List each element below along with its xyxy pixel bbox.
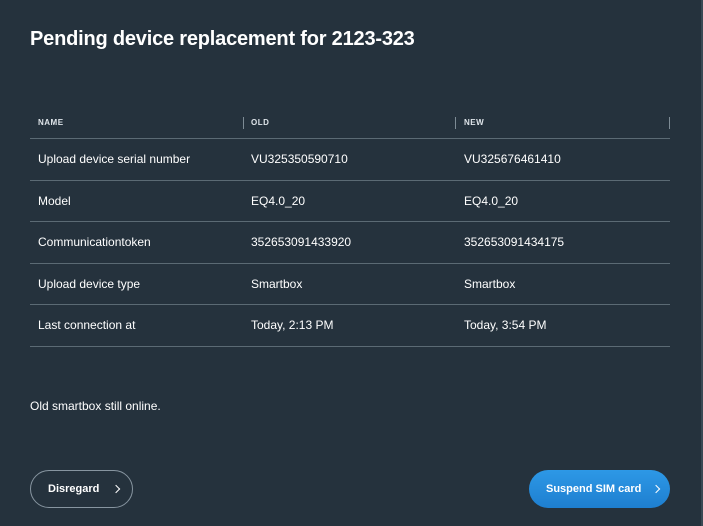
row-old-value: 352653091433920 <box>251 235 352 250</box>
status-message: Old smartbox still online. <box>30 399 161 413</box>
table-row: Upload device serial number VU3253505907… <box>30 139 670 181</box>
row-new-value: Today, 3:54 PM <box>464 318 547 333</box>
row-new-value: Smartbox <box>464 276 516 291</box>
row-name: Communicationtoken <box>38 235 151 250</box>
replacement-table: NAME OLD NEW Upload device serial number… <box>30 107 670 347</box>
row-old-value: VU325350590710 <box>251 152 348 167</box>
column-resize-handle[interactable] <box>669 116 670 129</box>
chevron-right-icon <box>112 484 121 494</box>
table-row: Communicationtoken 352653091433920 35265… <box>30 222 670 264</box>
column-header-new[interactable]: NEW <box>456 107 670 139</box>
disregard-button[interactable]: Disregard <box>30 470 133 508</box>
row-new-value: VU325676461410 <box>464 152 561 167</box>
disregard-button-label: Disregard <box>48 483 100 495</box>
table-row: Last connection at Today, 2:13 PM Today,… <box>30 305 670 347</box>
row-old-value: Smartbox <box>251 276 303 291</box>
suspend-button-label: Suspend SIM card <box>546 483 642 495</box>
table-row: Upload device type Smartbox Smartbox <box>30 264 670 305</box>
column-header-name[interactable]: NAME <box>30 107 244 139</box>
table-row: Model EQ4.0_20 EQ4.0_20 <box>30 181 670 222</box>
chevron-right-icon <box>652 484 661 494</box>
row-old-value: EQ4.0_20 <box>251 193 306 208</box>
row-new-value: EQ4.0_20 <box>464 193 519 208</box>
row-name: Last connection at <box>38 318 136 333</box>
suspend-sim-card-button[interactable]: Suspend SIM card <box>529 470 670 508</box>
row-old-value: Today, 2:13 PM <box>251 318 334 333</box>
table-header: NAME OLD NEW <box>30 107 670 139</box>
row-name: Model <box>38 193 71 208</box>
row-name: Upload device type <box>38 276 141 291</box>
row-new-value: 352653091434175 <box>464 235 565 250</box>
column-header-old[interactable]: OLD <box>243 107 456 139</box>
row-name: Upload device serial number <box>38 152 191 167</box>
dialog-title: Pending device replacement for 2123-323 <box>30 28 415 50</box>
